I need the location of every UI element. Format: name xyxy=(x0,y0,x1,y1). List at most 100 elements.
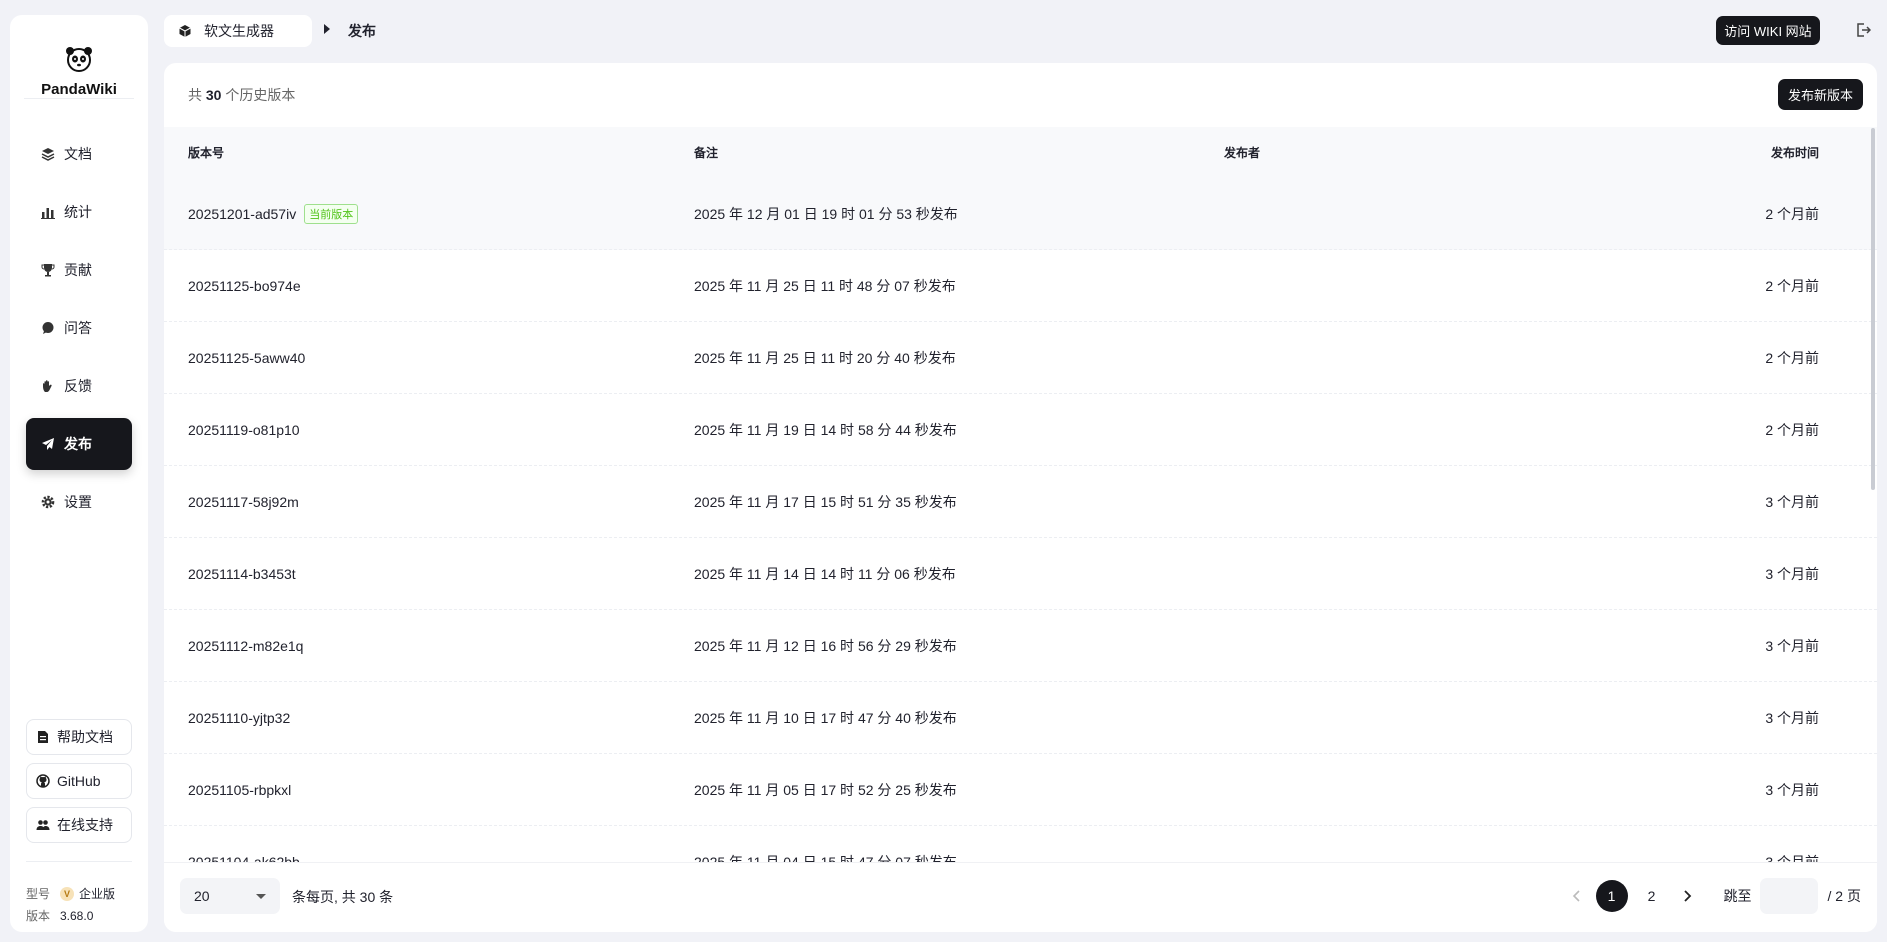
chat-bubble-icon xyxy=(41,321,55,335)
visit-wiki-button[interactable]: 访问 WIKI 网站 xyxy=(1716,16,1820,45)
note-cell: 2025 年 11 月 14 日 14 时 11 分 06 秒发布 xyxy=(694,565,956,582)
document-icon xyxy=(36,730,50,744)
version-id: 20251112-m82e1q xyxy=(188,637,304,654)
nav-item-label: 反馈 xyxy=(64,378,92,394)
version-cell: 20251110-yjtp32 xyxy=(164,710,694,726)
cube-icon xyxy=(178,24,192,38)
header-version: 版本号 xyxy=(188,146,225,160)
version-cell: 20251114-b3453t xyxy=(164,566,694,582)
help-docs-link[interactable]: 帮助文档 xyxy=(26,719,132,755)
nav-item-label: 问答 xyxy=(64,320,92,336)
nav-item-stats[interactable]: 统计 xyxy=(26,186,132,238)
version-value: 3.68.0 xyxy=(60,909,94,923)
version-key: 版本 xyxy=(26,909,51,923)
history-count: 30 xyxy=(205,87,222,103)
version-id: 20251201-ad57iv xyxy=(188,205,297,222)
release-table: 版本号 备注 发布者 发布时间 20251201-ad57iv 当前版本 2025 … xyxy=(164,127,1877,898)
note-cell: 2025 年 12 月 01 日 19 时 01 分 53 秒发布 xyxy=(694,205,958,222)
chevron-down-icon xyxy=(256,894,266,899)
version-id: 20251119-o81p10 xyxy=(188,421,300,438)
table-header: 版本号 备注 发布者 发布时间 xyxy=(164,127,1877,178)
time-cell: 3 个月前 xyxy=(1765,709,1819,726)
table-body: 20251201-ad57iv 当前版本 2025 年 12 月 01 日 19 时… xyxy=(164,178,1877,898)
header-note: 备注 xyxy=(694,146,719,160)
table-row[interactable]: 20251125-5aww40 2025 年 11 月 25 日 11 时 20 … xyxy=(164,322,1877,394)
github-icon xyxy=(36,774,50,788)
sidebar: PandaWiki 文档 统计 贡献 问答 反馈 发布 设置 帮助文档 GitH… xyxy=(10,15,148,932)
current-version-badge: 当前版本 xyxy=(304,203,359,224)
note-cell: 2025 年 11 月 25 日 11 时 20 分 40 秒发布 xyxy=(694,349,956,366)
time-cell: 3 个月前 xyxy=(1765,493,1819,510)
next-page-button[interactable] xyxy=(1672,881,1702,911)
nav-item-contribution[interactable]: 贡献 xyxy=(26,244,132,296)
breadcrumb-arrow-icon xyxy=(324,24,330,34)
nav-item-settings[interactable]: 设置 xyxy=(26,476,132,528)
hand-icon xyxy=(41,379,55,393)
github-link[interactable]: GitHub xyxy=(26,763,132,799)
table-row[interactable]: 20251125-bo974e 2025 年 11 月 25 日 11 时 48 … xyxy=(164,250,1877,322)
jump-page-input[interactable] xyxy=(1759,878,1818,914)
table-row[interactable]: 20251119-o81p10 2025 年 11 月 19 日 14 时 58 … xyxy=(164,394,1877,466)
model-value: V 企业版 xyxy=(60,883,115,905)
time-cell: 2 个月前 xyxy=(1765,421,1819,438)
table-row[interactable]: 20251105-rbpkxl 2025 年 11 月 05 日 17 时 52 … xyxy=(164,754,1877,826)
send-icon xyxy=(41,437,55,451)
nav-item-qa[interactable]: 问答 xyxy=(26,302,132,354)
summary-suffix: 个历史版本 xyxy=(225,87,296,103)
version-cell: 20251105-rbpkxl xyxy=(164,782,694,798)
kb-selector[interactable]: 软文生成器 xyxy=(164,15,312,47)
page-size-select[interactable]: 20 xyxy=(180,878,280,914)
prev-page-button[interactable] xyxy=(1562,881,1592,911)
chevron-left-icon xyxy=(1572,890,1580,902)
side-link-label: GitHub xyxy=(57,773,101,789)
nav-item-label: 设置 xyxy=(64,494,92,510)
page-button-1[interactable]: 1 xyxy=(1595,880,1628,912)
table-row[interactable]: 20251112-m82e1q 2025 年 11 月 12 日 16 时 56 … xyxy=(164,610,1877,682)
time-cell: 3 个月前 xyxy=(1765,781,1819,798)
note-cell: 2025 年 11 月 12 日 16 时 56 分 29 秒发布 xyxy=(694,637,957,654)
nav-item-publish[interactable]: 发布 xyxy=(26,418,132,470)
version-cell: 20251125-bo974e xyxy=(164,278,694,294)
panda-logo-icon xyxy=(66,47,92,72)
version-cell: 20251112-m82e1q xyxy=(164,638,694,654)
publish-new-version-button[interactable]: 发布新版本 xyxy=(1778,79,1863,110)
main-nav: 文档 统计 贡献 问答 反馈 发布 设置 xyxy=(26,128,132,534)
page-button-2[interactable]: 2 xyxy=(1636,880,1668,912)
side-link-label: 帮助文档 xyxy=(57,729,113,745)
note-cell: 2025 年 11 月 19 日 14 时 58 分 44 秒发布 xyxy=(694,421,957,438)
header-publisher: 发布者 xyxy=(1224,146,1261,160)
table-row[interactable]: 20251114-b3453t 2025 年 11 月 14 日 14 时 11 … xyxy=(164,538,1877,610)
model-text: 企业版 xyxy=(79,887,116,901)
divider xyxy=(26,861,132,862)
edition-info: 型号 V 企业版 版本 3.68.0 xyxy=(26,883,115,927)
nav-item-docs[interactable]: 文档 xyxy=(26,128,132,180)
table-row[interactable]: 20251201-ad57iv 当前版本 2025 年 12 月 01 日 19 时… xyxy=(164,178,1877,250)
page-size-value: 20 xyxy=(194,888,210,904)
logout-icon[interactable] xyxy=(1855,22,1871,38)
version-cell: 20251201-ad57iv 当前版本 xyxy=(164,203,694,224)
version-row: 版本 3.68.0 xyxy=(26,905,115,927)
divider xyxy=(24,98,134,99)
scrollbar[interactable] xyxy=(1871,128,1875,490)
pager: 1 2 跳至 / 2 页 xyxy=(1562,878,1861,914)
time-cell: 2 个月前 xyxy=(1765,205,1819,222)
time-cell: 2 个月前 xyxy=(1765,277,1819,294)
version-id: 20251117-58j92m xyxy=(188,493,299,510)
nav-item-label: 发布 xyxy=(64,436,92,452)
release-panel: 共 30 个历史版本 发布新版本 版本号 备注 发布者 发布时间 2025120… xyxy=(164,63,1877,932)
nav-item-feedback[interactable]: 反馈 xyxy=(26,360,132,412)
note-cell: 2025 年 11 月 25 日 11 时 48 分 07 秒发布 xyxy=(694,277,956,294)
version-cell: 20251117-58j92m xyxy=(164,494,694,510)
chevron-right-icon xyxy=(1683,890,1691,902)
bar-chart-icon xyxy=(41,205,55,219)
table-row[interactable]: 20251110-yjtp32 2025 年 11 月 10 日 17 时 47 … xyxy=(164,682,1877,754)
summary-prefix: 共 xyxy=(188,87,202,103)
table-row[interactable]: 20251117-58j92m 2025 年 11 月 17 日 15 时 51 … xyxy=(164,466,1877,538)
online-support-link[interactable]: 在线支持 xyxy=(26,807,132,843)
note-cell: 2025 年 11 月 05 日 17 时 52 分 25 秒发布 xyxy=(694,781,957,798)
layers-icon xyxy=(41,147,55,161)
brand[interactable]: PandaWiki xyxy=(10,29,148,98)
jump-label: 跳至 xyxy=(1723,888,1752,904)
history-summary: 共 30 个历史版本 xyxy=(188,85,295,105)
version-id: 20251125-5aww40 xyxy=(188,349,306,366)
